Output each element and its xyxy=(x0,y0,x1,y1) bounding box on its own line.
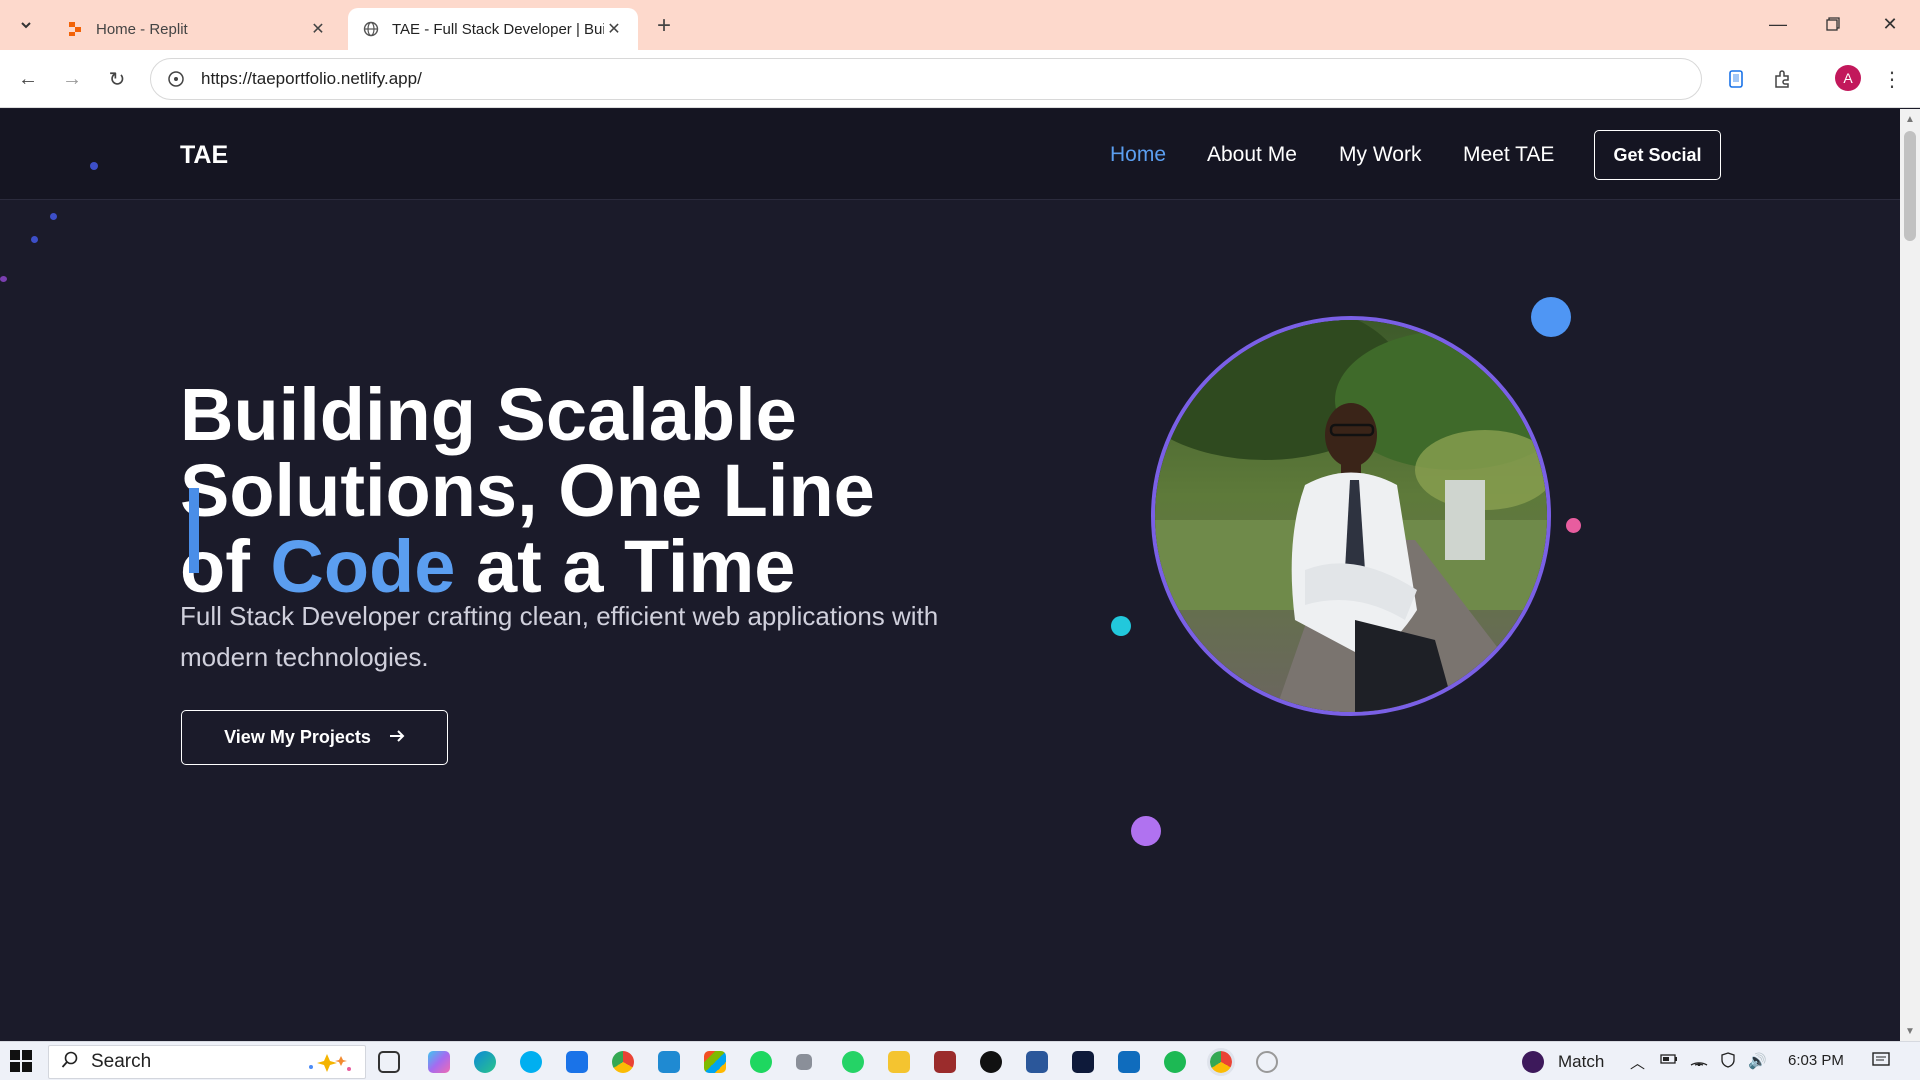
decor-circle-pink xyxy=(1566,518,1581,533)
wifi-icon[interactable] xyxy=(1690,1052,1708,1070)
minimize-icon[interactable]: — xyxy=(1750,6,1806,42)
particle-dot xyxy=(0,276,7,282)
browser-toolbar: ← → ↻ https://taeportfolio.netlify.app/ … xyxy=(0,50,1920,108)
particle-dot xyxy=(90,162,98,170)
app-placeholder-icon[interactable] xyxy=(1256,1051,1278,1073)
hero-title: Building Scalable Solutions, One Line of… xyxy=(180,373,875,608)
web-page: TAE Home About Me My Work Meet TAE Get S… xyxy=(0,109,1900,1041)
decor-circle-purple xyxy=(1131,816,1161,846)
decor-circle-blue xyxy=(1531,297,1571,337)
chevron-up-icon[interactable]: ︿ xyxy=(1630,1052,1645,1073)
replit-icon xyxy=(66,20,84,38)
edge-icon[interactable] xyxy=(474,1051,496,1073)
back-icon[interactable]: ← xyxy=(12,63,44,95)
task-view-icon[interactable] xyxy=(378,1051,400,1073)
security-shield-icon[interactable] xyxy=(1720,1052,1736,1072)
close-tab-icon[interactable]: ✕ xyxy=(308,19,328,39)
taskbar-search[interactable]: Search xyxy=(48,1045,366,1079)
hero-subtitle: Full Stack Developer crafting clean, eff… xyxy=(180,601,939,672)
view-projects-label: View My Projects xyxy=(224,727,371,747)
tab-portfolio[interactable]: TAE - Full Stack Developer | Buil ✕ xyxy=(348,8,638,50)
nav-home[interactable]: Home xyxy=(1110,143,1166,167)
chrome-icon[interactable] xyxy=(612,1051,634,1073)
menu-icon[interactable]: ⋮ xyxy=(1876,63,1908,95)
site-logo[interactable]: TAE xyxy=(180,141,228,170)
close-window-icon[interactable]: ✕ xyxy=(1862,6,1918,42)
site-info-icon[interactable] xyxy=(165,68,187,90)
tiktok-icon[interactable] xyxy=(980,1051,1002,1073)
taskbar: Search Match ︿ 🔊 6:03 PM xyxy=(0,1041,1920,1080)
chrome-active-icon[interactable] xyxy=(1207,1048,1235,1076)
music-app-icon[interactable] xyxy=(1164,1051,1186,1073)
battery-icon[interactable] xyxy=(1660,1052,1678,1070)
tab-title: TAE - Full Stack Developer | Buil xyxy=(392,20,604,38)
view-projects-button[interactable]: View My Projects xyxy=(181,710,448,765)
nav-about[interactable]: About Me xyxy=(1207,143,1297,167)
volume-icon[interactable]: 🔊 xyxy=(1748,1052,1767,1070)
nav-work[interactable]: My Work xyxy=(1339,143,1421,167)
typing-cursor xyxy=(189,488,199,573)
particle-dot xyxy=(50,213,57,220)
url-text[interactable]: https://taeportfolio.netlify.app/ xyxy=(201,69,422,89)
arrow-right-icon xyxy=(389,727,405,748)
page-scrollbar[interactable]: ▲ ▼ xyxy=(1900,109,1920,1041)
store-icon[interactable] xyxy=(704,1051,726,1073)
tab-strip: Home - Replit ✕ TAE - Full Stack Develop… xyxy=(0,0,1920,50)
globe-icon xyxy=(362,20,380,38)
scroll-down-icon[interactable]: ▼ xyxy=(1904,1025,1916,1037)
address-bar[interactable]: https://taeportfolio.netlify.app/ xyxy=(150,58,1702,100)
reading-mode-icon[interactable] xyxy=(1720,63,1752,95)
search-icon xyxy=(61,1051,79,1074)
tab-search-button[interactable] xyxy=(10,9,42,41)
close-tab-icon[interactable]: ✕ xyxy=(604,19,624,39)
mail-icon[interactable] xyxy=(566,1051,588,1073)
reload-icon[interactable]: ↻ xyxy=(101,63,133,95)
decor-circle-cyan xyxy=(1111,616,1131,636)
copilot-sparkle-icon xyxy=(299,1052,355,1079)
forward-icon[interactable]: → xyxy=(56,63,88,95)
whatsapp-icon[interactable] xyxy=(842,1051,864,1073)
word-icon[interactable] xyxy=(1026,1051,1048,1073)
copilot-app-icon[interactable] xyxy=(428,1051,450,1073)
clock[interactable]: 6:03 PM xyxy=(1788,1052,1844,1069)
windows-start-icon[interactable] xyxy=(10,1050,34,1074)
search-label: Search xyxy=(91,1051,152,1072)
scroll-thumb[interactable] xyxy=(1904,131,1916,241)
premier-league-icon[interactable] xyxy=(1522,1051,1544,1073)
scroll-up-icon[interactable]: ▲ xyxy=(1904,113,1916,125)
network-app-icon[interactable] xyxy=(796,1054,812,1070)
new-tab-button[interactable]: + xyxy=(650,12,678,40)
particle-dot xyxy=(31,236,38,243)
vscode-icon[interactable] xyxy=(658,1051,680,1073)
spotify-icon[interactable] xyxy=(750,1051,772,1073)
tab-title: Home - Replit xyxy=(96,20,188,38)
notifications-icon[interactable] xyxy=(1872,1052,1890,1072)
profile-photo xyxy=(1151,316,1551,716)
file-explorer-icon[interactable] xyxy=(888,1051,910,1073)
widget-text[interactable]: Match xyxy=(1558,1052,1604,1072)
restore-icon[interactable] xyxy=(1805,6,1861,42)
outlook-icon[interactable] xyxy=(1118,1051,1140,1073)
extensions-icon[interactable] xyxy=(1766,63,1798,95)
skype-icon[interactable] xyxy=(520,1051,542,1073)
nav-meet[interactable]: Meet TAE xyxy=(1463,143,1554,167)
remote-app-icon[interactable] xyxy=(1072,1051,1094,1073)
winrar-icon[interactable] xyxy=(934,1051,956,1073)
get-social-button[interactable]: Get Social xyxy=(1594,130,1721,180)
tab-replit[interactable]: Home - Replit ✕ xyxy=(52,8,342,50)
site-header: TAE Home About Me My Work Meet TAE Get S… xyxy=(0,109,1900,200)
profile-avatar[interactable]: A xyxy=(1835,65,1861,91)
